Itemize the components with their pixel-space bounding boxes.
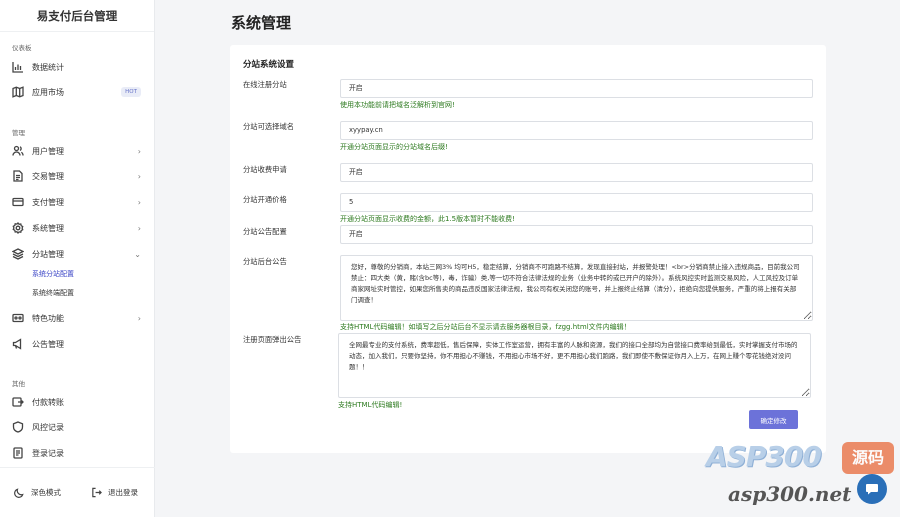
watermark-tag: 源码 bbox=[842, 442, 894, 474]
label-backend-notice: 分站后台公告 bbox=[243, 257, 287, 266]
dark-mode-button[interactable]: 深色模式 bbox=[14, 487, 61, 498]
popup-notice-textarea[interactable]: 全网最专业的支付系统，费率超低，售后保障，实体工作室运营，拥有丰富的人脉和资源，… bbox=[338, 333, 811, 398]
document-icon bbox=[12, 170, 24, 182]
select-online-register[interactable]: 开启 bbox=[340, 79, 813, 98]
chat-icon bbox=[866, 484, 878, 495]
megaphone-icon bbox=[12, 338, 24, 350]
sidebar-item-features[interactable]: 特色功能 › bbox=[0, 307, 155, 329]
select-notice-config[interactable]: 开启 bbox=[340, 225, 813, 244]
card-title: 分站系统设置 bbox=[243, 60, 295, 70]
ticket-icon bbox=[12, 196, 24, 208]
chevron-right-icon: › bbox=[137, 313, 141, 323]
sidebar-item-label: 应用市场 bbox=[32, 87, 64, 97]
label-price: 分站开通价格 bbox=[243, 195, 287, 204]
sidebar-item-label: 公告管理 bbox=[32, 339, 64, 349]
logout-button[interactable]: 退出登录 bbox=[91, 487, 138, 498]
users-icon bbox=[12, 145, 24, 157]
sidebar-item-label: 系统管理 bbox=[32, 223, 64, 233]
sidebar-item-announcements[interactable]: 公告管理 bbox=[0, 333, 155, 355]
shield-icon bbox=[12, 421, 24, 433]
feature-icon bbox=[12, 312, 24, 324]
label-notice-config: 分站公告配置 bbox=[243, 227, 287, 236]
sidebar-item-label: 支付管理 bbox=[32, 197, 64, 207]
label-popup-notice: 注册页面弹出公告 bbox=[243, 335, 302, 344]
settings-card: 分站系统设置 在线注册分站 开启 使用本功能前请把域名泛解析到官网! 分站可选择… bbox=[230, 45, 826, 453]
section-label-manage: 管理 bbox=[12, 129, 25, 137]
transfer-icon bbox=[12, 396, 24, 408]
watermark-top: ASP300 bbox=[706, 440, 822, 473]
price-input[interactable]: 5 bbox=[340, 193, 813, 212]
sidebar: 易支付后台管理 仪表板 数据统计 应用市场 HOT 管理 用户管理 › 交易管理… bbox=[0, 0, 155, 517]
domain-input[interactable]: xyypay.cn bbox=[340, 121, 813, 140]
sidebar-item-label: 用户管理 bbox=[32, 146, 64, 156]
page-title: 系统管理 bbox=[231, 14, 292, 32]
chevron-right-icon: › bbox=[137, 146, 141, 156]
sidebar-item-label: 特色功能 bbox=[32, 313, 64, 323]
hint-backend-notice: 支持HTML代码编辑！如填写之后分站后台不显示请去服务器根目录，fzgg.htm… bbox=[340, 323, 631, 331]
sidebar-item-app-market[interactable]: 应用市场 HOT bbox=[0, 81, 155, 103]
chevron-down-icon: ⌄ bbox=[134, 249, 141, 259]
label-domain: 分站可选择域名 bbox=[243, 122, 295, 131]
map-icon bbox=[12, 86, 24, 98]
watermark-bottom: asp300.net bbox=[728, 482, 852, 506]
log-icon bbox=[12, 447, 24, 459]
hot-badge: HOT bbox=[121, 87, 141, 97]
sidebar-item-login-log[interactable]: 登录记录 bbox=[0, 442, 155, 464]
sidebar-item-label: 分站管理 bbox=[32, 249, 64, 259]
sidebar-item-payments[interactable]: 支付管理 › bbox=[0, 191, 155, 213]
logout-label: 退出登录 bbox=[108, 488, 138, 497]
sidebar-item-transfer[interactable]: 付款转账 bbox=[0, 391, 155, 413]
sidebar-item-system[interactable]: 系统管理 › bbox=[0, 217, 155, 239]
hint-online-register: 使用本功能前请把域名泛解析到官网! bbox=[340, 101, 455, 109]
sidebar-item-label: 数据统计 bbox=[32, 62, 64, 72]
sidebar-item-users[interactable]: 用户管理 › bbox=[0, 140, 155, 162]
hint-popup-notice: 支持HTML代码编辑! bbox=[338, 401, 403, 409]
section-label-other: 其他 bbox=[12, 380, 25, 388]
chevron-right-icon: › bbox=[137, 197, 141, 207]
sidebar-item-label: 交易管理 bbox=[32, 171, 64, 181]
sidebar-item-label: 风控记录 bbox=[32, 422, 64, 432]
label-online-register: 在线注册分站 bbox=[243, 80, 287, 89]
chat-button[interactable] bbox=[857, 474, 887, 504]
select-fee-apply[interactable]: 开启 bbox=[340, 163, 813, 182]
sidebar-footer: 深色模式 退出登录 bbox=[0, 467, 155, 517]
sidebar-item-label: 登录记录 bbox=[32, 448, 64, 458]
hint-domain: 开通分站页面显示的分站域名后缀! bbox=[340, 143, 448, 151]
subitem-system-terminal-config[interactable]: 系统终端配置 bbox=[32, 288, 74, 298]
chevron-right-icon: › bbox=[137, 223, 141, 233]
sidebar-item-stats[interactable]: 数据统计 bbox=[0, 56, 155, 78]
submit-button[interactable]: 确定修改 bbox=[749, 410, 798, 429]
bar-chart-icon bbox=[12, 61, 24, 73]
sidebar-item-label: 付款转账 bbox=[32, 397, 64, 407]
moon-icon bbox=[14, 488, 24, 498]
sidebar-item-substations[interactable]: 分站管理 ⌄ bbox=[0, 243, 155, 265]
logout-icon bbox=[92, 487, 102, 498]
sidebar-item-risk[interactable]: 风控记录 bbox=[0, 416, 155, 438]
backend-notice-textarea[interactable]: 您好，尊敬的分销商，本站三网3% 均可H5，稳定结算，分销商不可跑路不结算，发现… bbox=[340, 255, 813, 321]
gear-icon bbox=[12, 222, 24, 234]
hint-price: 开通分站页面显示收费的金额，此1.5版本暂时不能收费! bbox=[340, 215, 515, 223]
sidebar-item-trades[interactable]: 交易管理 › bbox=[0, 165, 155, 187]
brand-title: 易支付后台管理 bbox=[0, 0, 154, 32]
layers-icon bbox=[12, 248, 24, 260]
label-fee-apply: 分站收费申请 bbox=[243, 165, 287, 174]
chevron-right-icon: › bbox=[137, 171, 141, 181]
subitem-system-substation-config[interactable]: 系统分站配置 bbox=[32, 269, 74, 279]
dark-mode-label: 深色模式 bbox=[31, 488, 61, 497]
section-label-dashboard: 仪表板 bbox=[12, 44, 32, 52]
